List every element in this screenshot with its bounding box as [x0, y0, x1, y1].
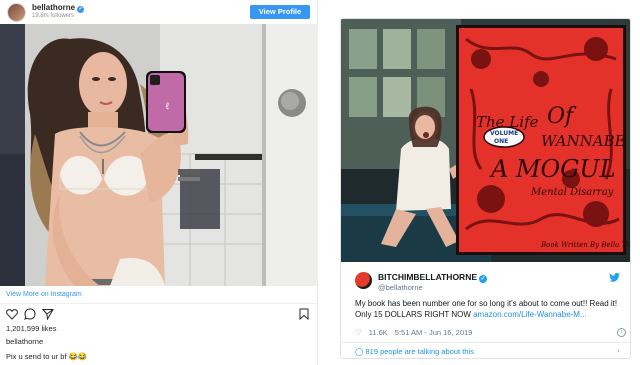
action-bar [4, 308, 314, 320]
svg-text:A MOGUL: A MOGUL [489, 155, 616, 183]
post-photo[interactable]: ℓ [0, 24, 318, 286]
tweet-body: BITCHIMBELLATHORNE ✓ @bellathorne My book… [341, 262, 630, 358]
svg-text:Mental Disarray: Mental Disarray [530, 187, 614, 198]
book-promo-image: The Life Of WANNABE A MOGUL Mental Disar… [341, 19, 631, 262]
instagram-embed: bellathorne ✓ 19.8m followers View Profil… [0, 0, 318, 365]
page: bellathorne ✓ 19.8m followers View Profil… [0, 0, 640, 365]
username[interactable]: bellathorne [32, 3, 75, 12]
mirror-selfie-image: ℓ [0, 24, 318, 286]
instagram-header: bellathorne ✓ 19.8m followers View Profil… [0, 0, 318, 24]
twitter-embed: The Life Of WANNABE A MOGUL Mental Disar… [340, 18, 631, 359]
view-profile-button[interactable]: View Profile [250, 5, 310, 19]
tweet-text: My book has been number one for so long … [355, 298, 627, 320]
twitter-bird-icon[interactable] [609, 273, 620, 282]
heart-icon[interactable] [6, 308, 18, 320]
comment-icon[interactable] [24, 308, 36, 320]
svg-text:Of: Of [547, 104, 577, 129]
divider [0, 303, 318, 304]
display-name[interactable]: BITCHIMBELLATHORNE [378, 272, 477, 282]
chevron-right-icon[interactable]: › [617, 346, 620, 355]
share-icon[interactable] [42, 308, 54, 320]
heart-icon[interactable]: ♡ [355, 328, 362, 337]
tweet-photo[interactable]: The Life Of WANNABE A MOGUL Mental Disar… [341, 19, 631, 262]
handle[interactable]: @bellathorne [378, 283, 423, 292]
comment-bubble-icon: ◯ [355, 347, 366, 356]
like-count: 1,201,599 likes [6, 324, 57, 333]
bookmark-icon[interactable] [298, 308, 310, 320]
caption: Pix u send to ur bf 😂😂 [6, 352, 88, 361]
owner-username[interactable]: bellathorne [6, 337, 43, 346]
talking-text[interactable]: 819 people are talking about this [365, 347, 473, 356]
talking-link[interactable]: ◯ 819 people are talking about this [355, 347, 474, 356]
tweet-link[interactable]: amazon.com/Life-Wannabe-M... [473, 310, 587, 319]
tweet-meta: ♡ 11.6K 5:51 AM - Jun 16, 2019 [355, 328, 479, 337]
like-count[interactable]: 11.6K [369, 328, 388, 337]
verified-icon: ✓ [479, 275, 487, 283]
display-name-row[interactable]: BITCHIMBELLATHORNE ✓ [378, 272, 487, 283]
username-row[interactable]: bellathorne ✓ [32, 3, 85, 13]
svg-text:Book Written By Bella Thorne: Book Written By Bella Thorne [540, 241, 631, 249]
svg-text:ONE: ONE [494, 138, 508, 145]
svg-text:VOLUME: VOLUME [490, 130, 518, 137]
info-icon[interactable]: i [617, 328, 626, 337]
avatar[interactable] [355, 272, 372, 289]
timestamp[interactable]: 5:51 AM - Jun 16, 2019 [395, 328, 473, 337]
view-more-link[interactable]: View More on Instagram [6, 291, 82, 298]
svg-text:ℓ: ℓ [165, 101, 170, 112]
svg-text:WANNABE: WANNABE [541, 132, 626, 150]
follower-count: 19.8m followers [32, 13, 75, 19]
divider [341, 342, 630, 343]
verified-icon: ✓ [77, 6, 85, 13]
avatar[interactable] [7, 3, 26, 22]
